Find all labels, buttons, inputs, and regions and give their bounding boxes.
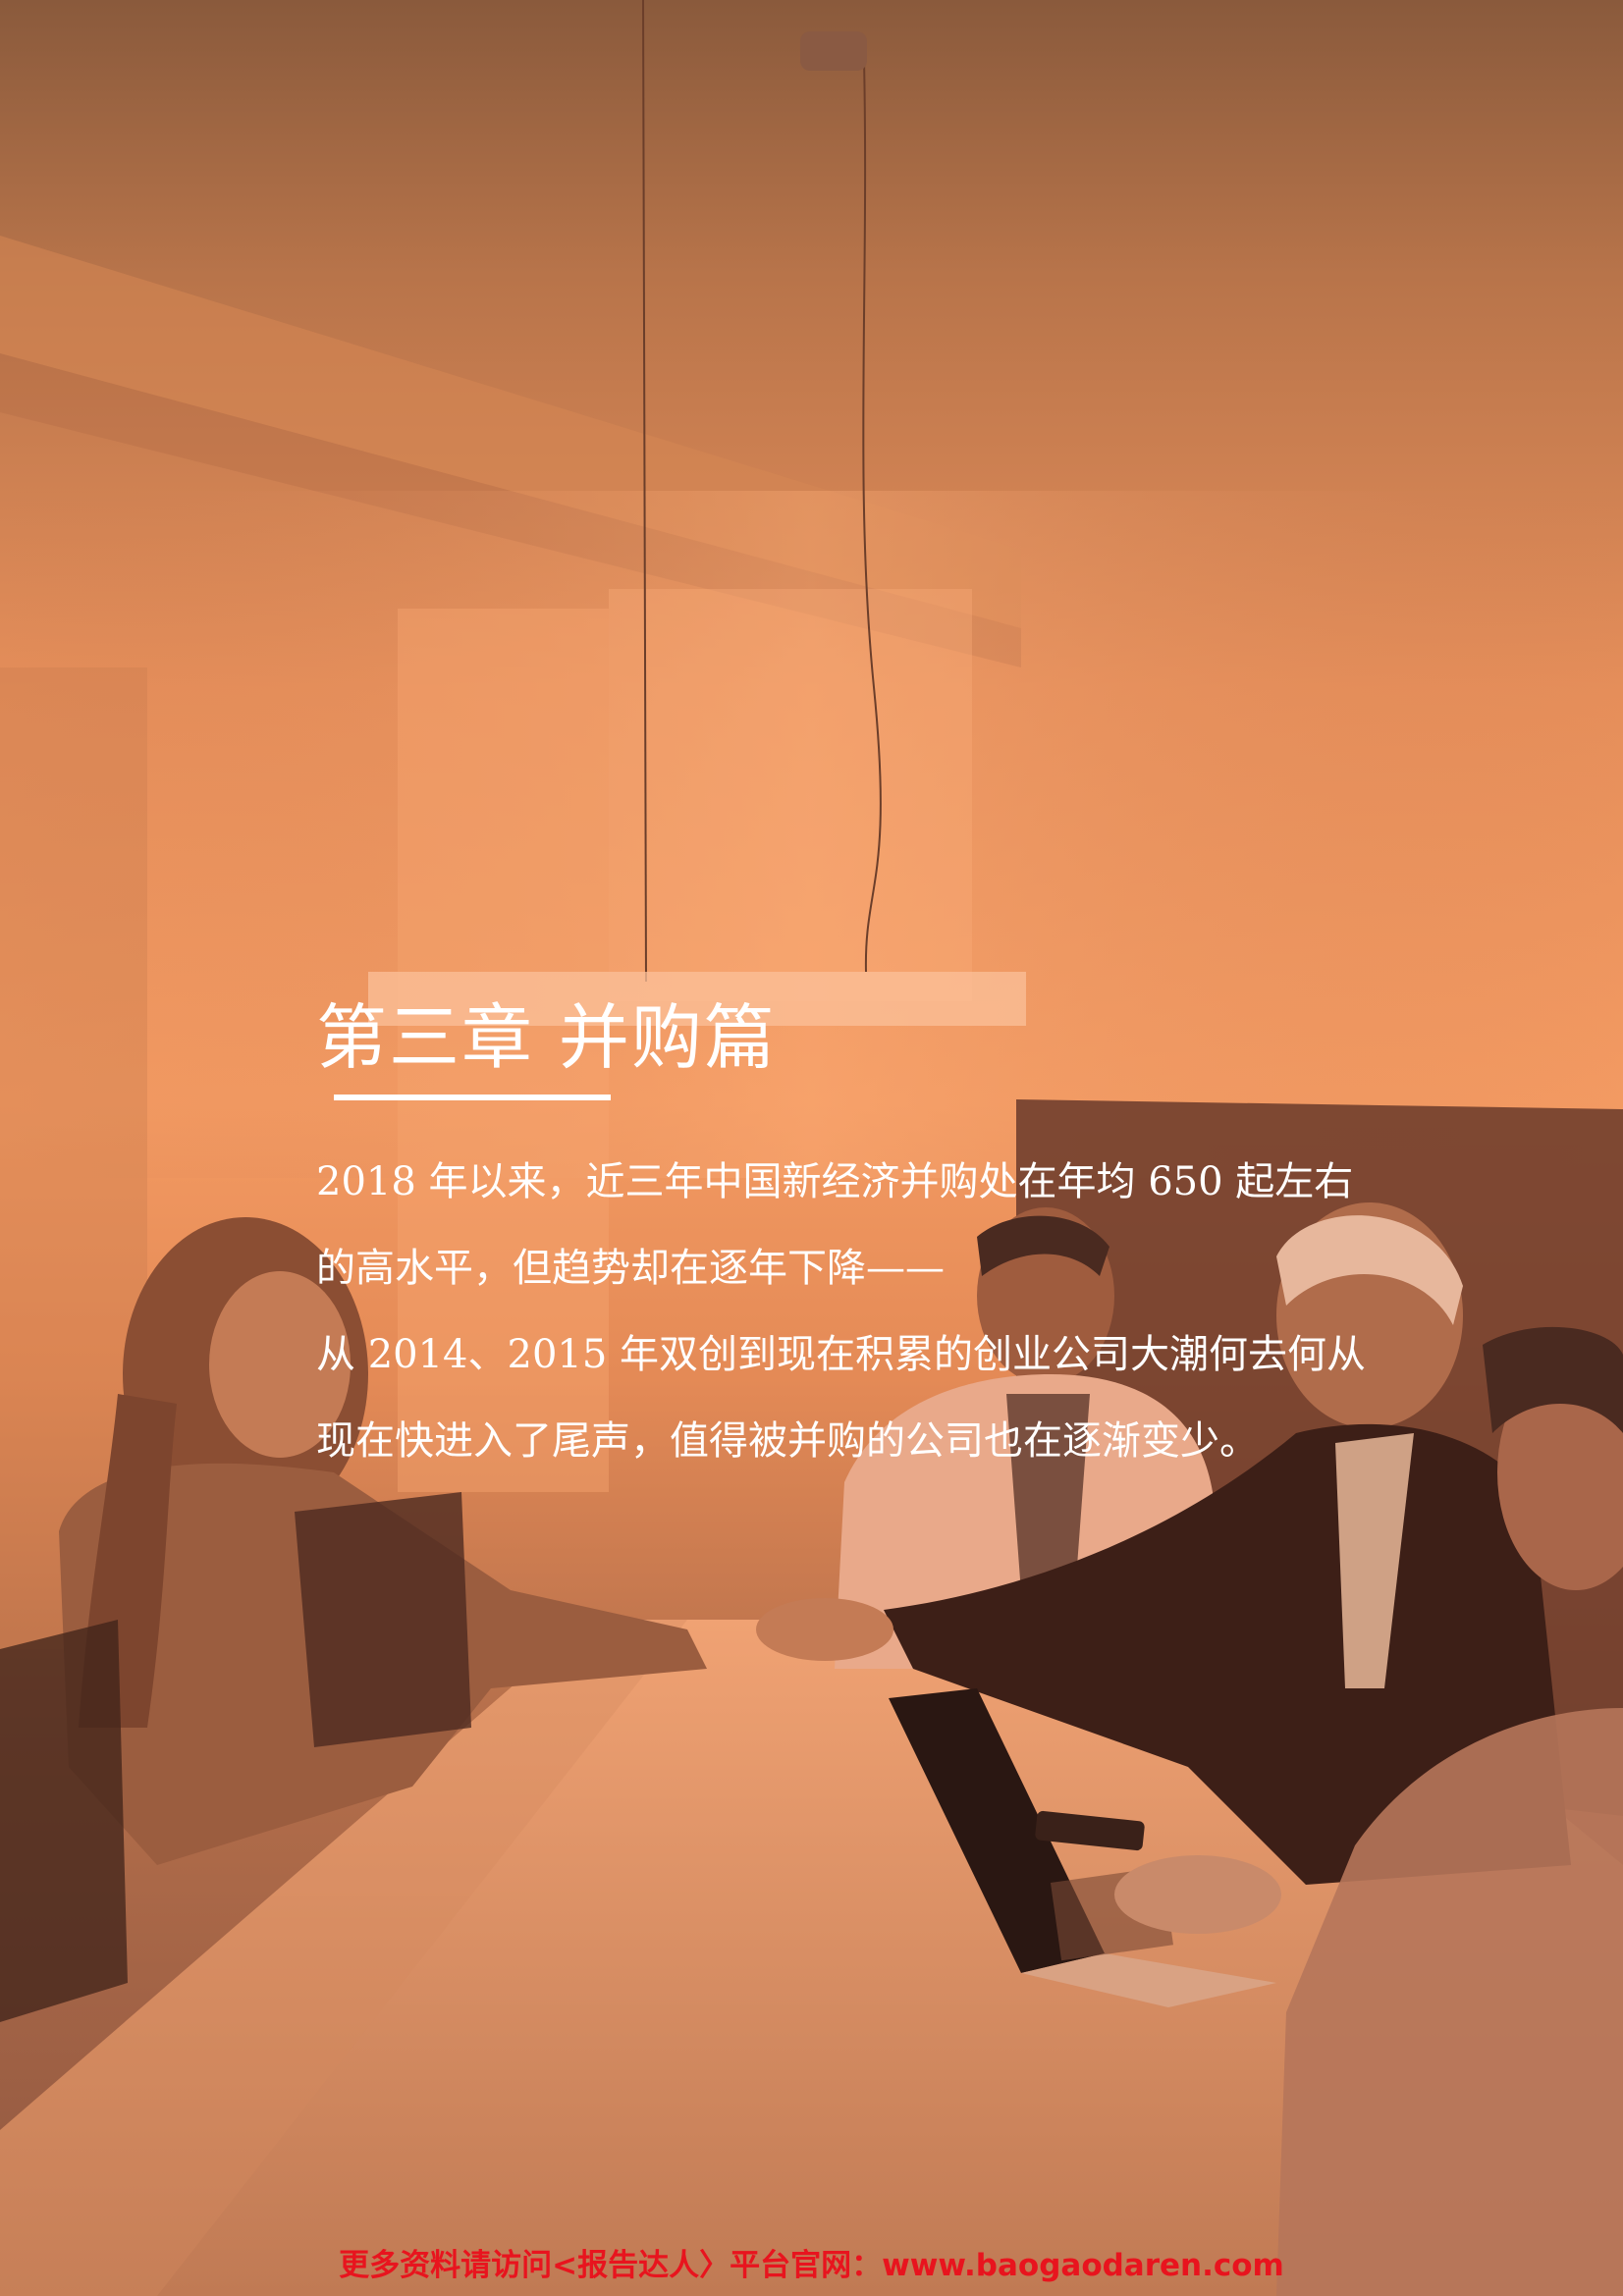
intro-line: 现在快进入了尾声，值得被并购的公司也在逐渐变少。 — [316, 1418, 1259, 1464]
chapter-title: 第三章 并购篇 — [316, 996, 777, 1079]
footer-source-link[interactable]: 更多资料请访问<报告达人〉平台官网：www.baogaodaren.com — [0, 2246, 1623, 2285]
document-page: 第三章 并购篇 2018 年以来，近三年中国新经济并购处在年均 650 起左右 … — [0, 0, 1623, 2296]
intro-line: 的高水平，但趋势却在逐年下降—— — [316, 1246, 945, 1291]
title-underline — [334, 1095, 611, 1100]
intro-line: 从 2014、2015 年双创到现在积累的创业公司大潮何去何从 — [316, 1332, 1367, 1377]
intro-line: 2018 年以来，近三年中国新经济并购处在年均 650 起左右 — [316, 1159, 1354, 1204]
chapter-intro-paragraph: 2018 年以来，近三年中国新经济并购处在年均 650 起左右 的高水平，但趋势… — [316, 1139, 1455, 1484]
